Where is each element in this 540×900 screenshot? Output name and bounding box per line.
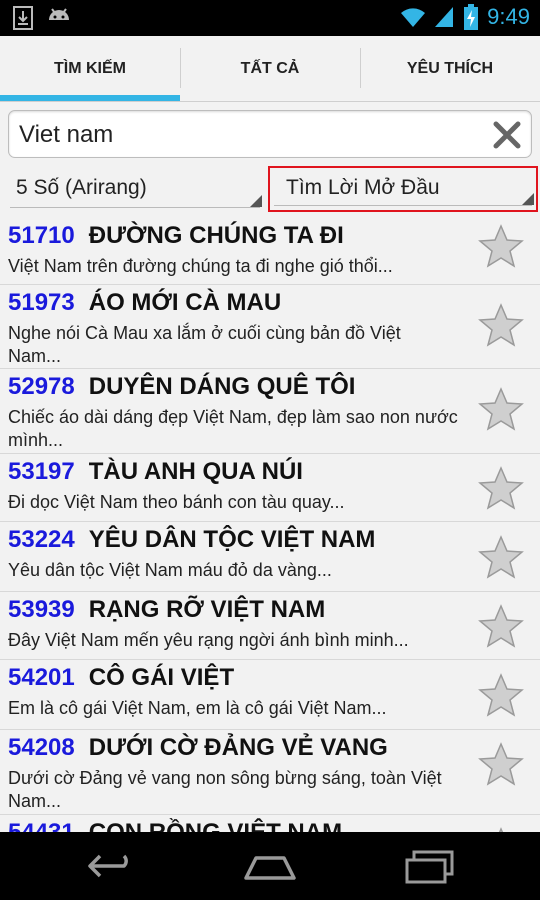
spinner-underline	[10, 207, 260, 208]
battery-charging-icon	[464, 4, 479, 30]
favorite-star-icon[interactable]	[478, 387, 524, 431]
song-row[interactable]: 54431 CON RỒNG VIỆT NAM	[0, 815, 540, 832]
tab-favorites[interactable]: YÊU THÍCH	[360, 36, 540, 101]
dropdown-arrow-icon	[522, 193, 534, 205]
favorite-star-icon[interactable]	[478, 466, 524, 510]
spinner-underline	[274, 205, 532, 206]
wifi-icon	[401, 8, 426, 27]
tab-label: TẤT CẢ	[240, 59, 300, 77]
song-title: ÁO MỚI CÀ MAU	[88, 289, 282, 316]
search-box	[8, 110, 532, 158]
song-lyric: Việt Nam trên đường chúng ta đi nghe gió…	[8, 256, 393, 276]
tab-bar: TÌM KIẾM TẤT CẢ YÊU THÍCH	[0, 36, 540, 102]
song-lyric: Nghe nói Cà Mau xa lắm ở cuối cùng bản đ…	[8, 323, 401, 366]
song-lyric: Dưới cờ Đảng vẻ vang non sông bừng sáng,…	[8, 768, 442, 811]
tab-label: TÌM KIẾM	[54, 59, 126, 77]
status-bar: 9:49	[0, 0, 540, 36]
song-type-dropdown[interactable]: 5 Số (Arirang)	[6, 166, 264, 212]
song-row[interactable]: 53197 TÀU ANH QUA NÚI Đi dọc Việt Nam the…	[0, 454, 540, 522]
song-row[interactable]: 54201 CÔ GÁI VIỆT Em là cô gái Việt Nam, …	[0, 660, 540, 730]
signal-icon	[435, 7, 454, 27]
download-icon	[13, 6, 33, 30]
song-number: 53939	[8, 596, 75, 623]
recent-apps-icon[interactable]	[404, 850, 456, 884]
song-number: 52978	[8, 373, 75, 400]
song-title: DƯỚI CỜ ĐẢNG VẺ VANG	[88, 734, 388, 761]
song-number: 54431	[8, 819, 75, 832]
android-icon	[49, 8, 69, 20]
song-row[interactable]: 54208 DƯỚI CỜ ĐẢNG VẺ VANG Dưới cờ Đảng v…	[0, 730, 540, 815]
song-lyric: Đây Việt Nam mến yêu rạng ngời ánh bình …	[8, 630, 409, 650]
song-number: 51710	[8, 222, 75, 249]
song-number: 53197	[8, 458, 75, 485]
song-lyric: Em là cô gái Việt Nam, em là cô gái Việt…	[8, 698, 387, 718]
tab-search[interactable]: TÌM KIẾM	[0, 36, 180, 101]
search-mode-selected: Tìm Lời Mở Đầu	[286, 176, 440, 199]
favorite-star-icon[interactable]	[478, 604, 524, 648]
song-title: ĐƯỜNG CHÚNG TA ĐI	[88, 222, 344, 249]
navigation-bar	[0, 832, 540, 900]
song-title: CÔ GÁI VIỆT	[88, 664, 235, 691]
song-row[interactable]: 51710 ĐƯỜNG CHÚNG TA ĐI Việt Nam trên đườ…	[0, 218, 540, 285]
song-title: CON RỒNG VIỆT NAM	[89, 819, 342, 832]
song-number: 54208	[8, 734, 75, 761]
song-title: RẠNG RỠ VIỆT NAM	[88, 596, 326, 623]
song-title: TÀU ANH QUA NÚI	[88, 458, 303, 485]
tab-label: YÊU THÍCH	[406, 59, 494, 77]
song-lyric: Đi dọc Việt Nam theo bánh con tàu quay..…	[8, 492, 345, 512]
song-number: 54201	[8, 664, 75, 691]
song-number: 53224	[8, 526, 75, 553]
search-mode-dropdown[interactable]: Tìm Lời Mở Đầu	[268, 166, 538, 212]
back-icon[interactable]	[86, 850, 138, 884]
dropdown-arrow-icon	[250, 195, 262, 207]
song-row[interactable]: 53939 RẠNG RỠ VIỆT NAM Đây Việt Nam mến y…	[0, 592, 540, 660]
home-icon[interactable]	[242, 850, 298, 884]
song-row[interactable]: 52978 DUYÊN DÁNG QUÊ TÔI Chiếc áo dài dán…	[0, 369, 540, 454]
favorite-star-icon[interactable]	[478, 535, 524, 579]
song-type-selected: 5 Số (Arirang)	[16, 176, 147, 199]
song-list: 51710 ĐƯỜNG CHÚNG TA ĐI Việt Nam trên đườ…	[0, 218, 540, 832]
clock: 9:49	[487, 4, 530, 29]
song-lyric: Chiếc áo dài dáng đẹp Việt Nam, đẹp làm …	[8, 407, 458, 450]
tab-all[interactable]: TẤT CẢ	[180, 36, 360, 101]
song-lyric: Yêu dân tộc Việt Nam máu đỏ da vàng...	[8, 560, 332, 580]
favorite-star-icon[interactable]	[478, 742, 524, 786]
song-row[interactable]: 53224 YÊU DÂN TỘC VIỆT NAM Yêu dân tộc Vi…	[0, 522, 540, 592]
favorite-star-icon[interactable]	[478, 673, 524, 717]
song-number: 51973	[8, 289, 75, 316]
song-title: YÊU DÂN TỘC VIỆT NAM	[88, 526, 376, 553]
search-input[interactable]	[19, 117, 489, 153]
clear-icon[interactable]	[491, 119, 523, 151]
favorite-star-icon[interactable]	[478, 303, 524, 347]
song-row[interactable]: 51973 ÁO MỚI CÀ MAU Nghe nói Cà Mau xa lắ…	[0, 285, 540, 369]
song-title: DUYÊN DÁNG QUÊ TÔI	[88, 373, 356, 400]
favorite-star-icon[interactable]	[478, 224, 524, 268]
